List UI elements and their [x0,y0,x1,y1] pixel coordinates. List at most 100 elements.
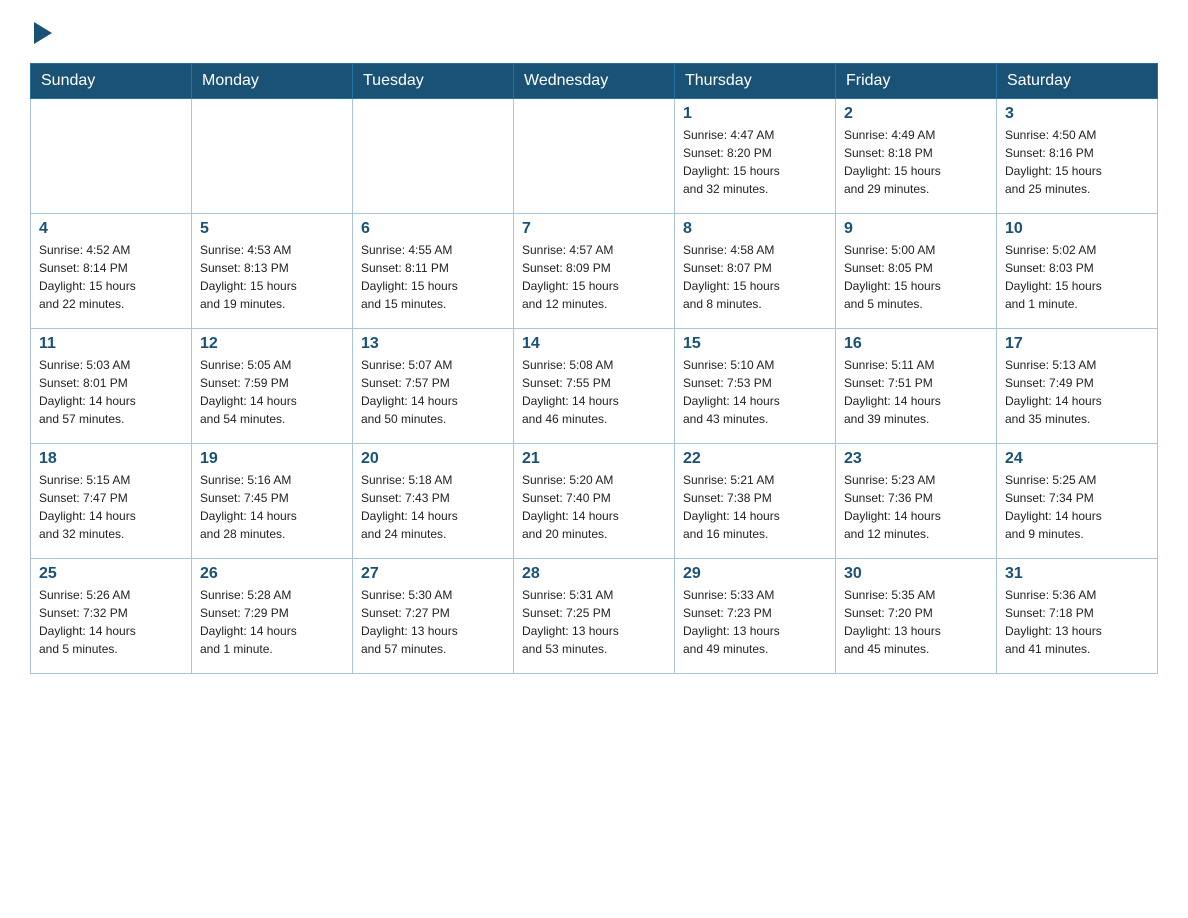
day-header-monday: Monday [192,64,353,99]
calendar-day-cell: 31 Sunrise: 5:36 AM Sunset: 7:18 PM Dayli… [997,559,1158,674]
day-info: Sunrise: 5:15 AM Sunset: 7:47 PM Dayligh… [39,471,183,543]
day-info: Sunrise: 5:36 AM Sunset: 7:18 PM Dayligh… [1005,586,1149,658]
calendar-week-row: 11Sunrise: 5:03 AM Sunset: 8:01 PM Dayli… [31,329,1158,444]
calendar-day-cell [353,99,514,214]
calendar-day-cell [31,99,192,214]
day-info: Sunrise: 5:31 AM Sunset: 7:25 PM Dayligh… [522,586,666,658]
day-number: 7 [522,220,666,238]
calendar-day-cell: 1 Sunrise: 4:47 AM Sunset: 8:20 PM Daylig… [675,99,836,214]
calendar-day-cell: 11Sunrise: 5:03 AM Sunset: 8:01 PM Dayli… [31,329,192,444]
day-info: Sunrise: 4:57 AM Sunset: 8:09 PM Dayligh… [522,241,666,313]
day-header-wednesday: Wednesday [514,64,675,99]
calendar-day-cell: 28 Sunrise: 5:31 AM Sunset: 7:25 PM Dayli… [514,559,675,674]
day-info: Sunrise: 5:18 AM Sunset: 7:43 PM Dayligh… [361,471,505,543]
calendar-day-cell: 4Sunrise: 4:52 AM Sunset: 8:14 PM Daylig… [31,214,192,329]
day-header-sunday: Sunday [31,64,192,99]
calendar-day-cell [514,99,675,214]
day-number: 21 [522,450,666,468]
calendar-day-cell: 13Sunrise: 5:07 AM Sunset: 7:57 PM Dayli… [353,329,514,444]
calendar-day-cell: 22Sunrise: 5:21 AM Sunset: 7:38 PM Dayli… [675,444,836,559]
calendar-header-row: SundayMondayTuesdayWednesdayThursdayFrid… [31,64,1158,99]
calendar-day-cell: 12 Sunrise: 5:05 AM Sunset: 7:59 PM Dayli… [192,329,353,444]
calendar-day-cell: 17Sunrise: 5:13 AM Sunset: 7:49 PM Dayli… [997,329,1158,444]
calendar-day-cell: 26 Sunrise: 5:28 AM Sunset: 7:29 PM Dayli… [192,559,353,674]
calendar-day-cell: 18 Sunrise: 5:15 AM Sunset: 7:47 PM Dayli… [31,444,192,559]
day-info: Sunrise: 5:21 AM Sunset: 7:38 PM Dayligh… [683,471,827,543]
calendar-day-cell: 30 Sunrise: 5:35 AM Sunset: 7:20 PM Dayli… [836,559,997,674]
day-number: 26 [200,565,344,583]
calendar-week-row: 25 Sunrise: 5:26 AM Sunset: 7:32 PM Dayli… [31,559,1158,674]
day-number: 24 [1005,450,1149,468]
calendar-day-cell [192,99,353,214]
calendar-day-cell: 29Sunrise: 5:33 AM Sunset: 7:23 PM Dayli… [675,559,836,674]
calendar-week-row: 18 Sunrise: 5:15 AM Sunset: 7:47 PM Dayli… [31,444,1158,559]
day-info: Sunrise: 5:16 AM Sunset: 7:45 PM Dayligh… [200,471,344,543]
logo [30,20,52,45]
day-number: 1 [683,105,827,123]
day-info: Sunrise: 5:00 AM Sunset: 8:05 PM Dayligh… [844,241,988,313]
calendar-day-cell: 14Sunrise: 5:08 AM Sunset: 7:55 PM Dayli… [514,329,675,444]
day-info: Sunrise: 5:05 AM Sunset: 7:59 PM Dayligh… [200,356,344,428]
day-info: Sunrise: 5:35 AM Sunset: 7:20 PM Dayligh… [844,586,988,658]
day-info: Sunrise: 4:49 AM Sunset: 8:18 PM Dayligh… [844,126,988,198]
day-number: 25 [39,565,183,583]
day-info: Sunrise: 5:20 AM Sunset: 7:40 PM Dayligh… [522,471,666,543]
day-info: Sunrise: 4:52 AM Sunset: 8:14 PM Dayligh… [39,241,183,313]
day-header-tuesday: Tuesday [353,64,514,99]
day-info: Sunrise: 5:33 AM Sunset: 7:23 PM Dayligh… [683,586,827,658]
day-number: 6 [361,220,505,238]
logo-arrow-icon [34,22,52,44]
day-info: Sunrise: 5:23 AM Sunset: 7:36 PM Dayligh… [844,471,988,543]
day-number: 12 [200,335,344,353]
day-info: Sunrise: 5:10 AM Sunset: 7:53 PM Dayligh… [683,356,827,428]
calendar-day-cell: 6 Sunrise: 4:55 AM Sunset: 8:11 PM Daylig… [353,214,514,329]
day-number: 3 [1005,105,1149,123]
day-info: Sunrise: 5:07 AM Sunset: 7:57 PM Dayligh… [361,356,505,428]
calendar-day-cell: 3 Sunrise: 4:50 AM Sunset: 8:16 PM Daylig… [997,99,1158,214]
day-info: Sunrise: 4:58 AM Sunset: 8:07 PM Dayligh… [683,241,827,313]
calendar-week-row: 4Sunrise: 4:52 AM Sunset: 8:14 PM Daylig… [31,214,1158,329]
day-number: 18 [39,450,183,468]
day-info: Sunrise: 4:55 AM Sunset: 8:11 PM Dayligh… [361,241,505,313]
day-header-thursday: Thursday [675,64,836,99]
calendar-week-row: 1 Sunrise: 4:47 AM Sunset: 8:20 PM Daylig… [31,99,1158,214]
page-header [30,20,1158,45]
day-info: Sunrise: 4:50 AM Sunset: 8:16 PM Dayligh… [1005,126,1149,198]
calendar-day-cell: 5 Sunrise: 4:53 AM Sunset: 8:13 PM Daylig… [192,214,353,329]
day-number: 15 [683,335,827,353]
day-number: 9 [844,220,988,238]
day-number: 2 [844,105,988,123]
day-number: 23 [844,450,988,468]
day-number: 14 [522,335,666,353]
calendar-day-cell: 15 Sunrise: 5:10 AM Sunset: 7:53 PM Dayli… [675,329,836,444]
calendar-day-cell: 16 Sunrise: 5:11 AM Sunset: 7:51 PM Dayli… [836,329,997,444]
day-info: Sunrise: 5:11 AM Sunset: 7:51 PM Dayligh… [844,356,988,428]
calendar-day-cell: 27 Sunrise: 5:30 AM Sunset: 7:27 PM Dayli… [353,559,514,674]
day-number: 5 [200,220,344,238]
day-number: 16 [844,335,988,353]
day-number: 30 [844,565,988,583]
day-number: 31 [1005,565,1149,583]
calendar-day-cell: 23 Sunrise: 5:23 AM Sunset: 7:36 PM Dayli… [836,444,997,559]
day-number: 19 [200,450,344,468]
day-number: 28 [522,565,666,583]
day-number: 20 [361,450,505,468]
day-info: Sunrise: 5:13 AM Sunset: 7:49 PM Dayligh… [1005,356,1149,428]
calendar-day-cell: 24 Sunrise: 5:25 AM Sunset: 7:34 PM Dayli… [997,444,1158,559]
day-info: Sunrise: 4:47 AM Sunset: 8:20 PM Dayligh… [683,126,827,198]
day-number: 11 [39,335,183,353]
day-number: 10 [1005,220,1149,238]
day-number: 27 [361,565,505,583]
day-info: Sunrise: 5:28 AM Sunset: 7:29 PM Dayligh… [200,586,344,658]
calendar-day-cell: 7 Sunrise: 4:57 AM Sunset: 8:09 PM Daylig… [514,214,675,329]
day-info: Sunrise: 4:53 AM Sunset: 8:13 PM Dayligh… [200,241,344,313]
day-header-saturday: Saturday [997,64,1158,99]
day-info: Sunrise: 5:26 AM Sunset: 7:32 PM Dayligh… [39,586,183,658]
day-number: 8 [683,220,827,238]
calendar-day-cell: 21 Sunrise: 5:20 AM Sunset: 7:40 PM Dayli… [514,444,675,559]
day-info: Sunrise: 5:25 AM Sunset: 7:34 PM Dayligh… [1005,471,1149,543]
calendar-day-cell: 9 Sunrise: 5:00 AM Sunset: 8:05 PM Daylig… [836,214,997,329]
day-info: Sunrise: 5:30 AM Sunset: 7:27 PM Dayligh… [361,586,505,658]
day-header-friday: Friday [836,64,997,99]
calendar-day-cell: 20 Sunrise: 5:18 AM Sunset: 7:43 PM Dayli… [353,444,514,559]
